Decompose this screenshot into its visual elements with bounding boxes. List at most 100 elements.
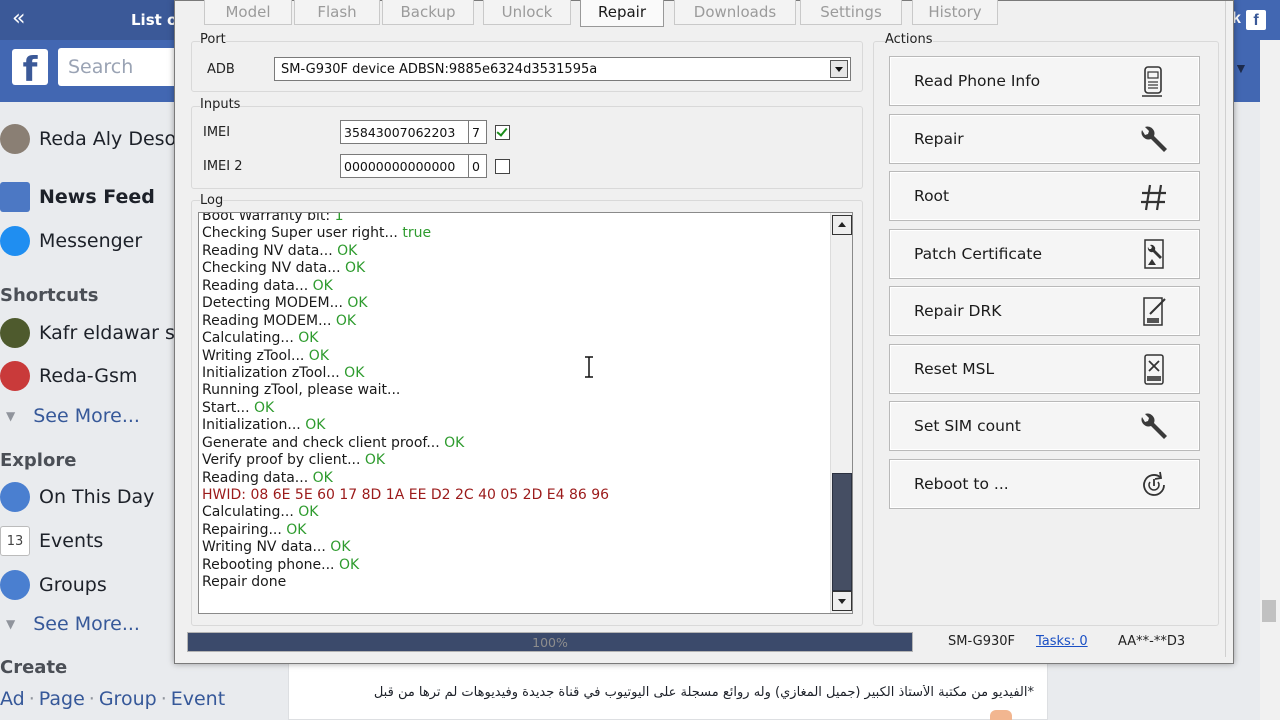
sidebar-item-profile[interactable]: Reda Aly Desok	[0, 124, 187, 154]
log-line: Initialization zTool... OK	[202, 365, 827, 382]
create-event-link[interactable]: Event	[171, 688, 225, 710]
clock-icon	[0, 482, 30, 512]
imei-checkbox[interactable]	[495, 125, 510, 140]
button-label: Root	[914, 187, 950, 205]
tab-unlock[interactable]: Unlock	[483, 0, 571, 25]
sidebar-item-shortcut-2[interactable]: Reda-Gsm	[0, 361, 137, 391]
set-sim-count-button[interactable]: Set SIM count	[889, 401, 1200, 451]
log-line: Running zTool, please wait...	[202, 382, 827, 399]
tab-history[interactable]: History	[912, 0, 998, 25]
news-feed-icon	[0, 182, 30, 212]
certificate-icon	[1144, 239, 1164, 269]
log-line: Writing zTool... OK	[202, 348, 827, 365]
sidebar-item-shortcut-1[interactable]: Kafr eldawar sto	[0, 318, 194, 348]
messenger-label: Messenger	[39, 230, 143, 252]
patch-certificate-button[interactable]: Patch Certificate	[889, 229, 1200, 279]
scroll-down-icon[interactable]	[832, 591, 852, 611]
repair-button[interactable]: Repair	[889, 114, 1200, 164]
log-line-text: Boot Warranty bit:	[202, 212, 335, 224]
phone-info-icon	[1142, 66, 1162, 97]
log-line-status: OK	[344, 364, 365, 381]
log-line-text: Generate and check client proof...	[202, 434, 445, 451]
events-label: Events	[39, 530, 104, 552]
sidebar-item-groups[interactable]: Groups	[0, 570, 107, 600]
log-line-text: Writing NV data...	[202, 539, 331, 556]
tab-flash[interactable]: Flash	[294, 0, 380, 25]
sidebar-item-events[interactable]: 13 Events	[0, 526, 103, 556]
log-line: Repair done	[202, 574, 827, 591]
dropdown-arrow-icon[interactable]	[830, 60, 848, 78]
news-feed-label: News Feed	[39, 186, 155, 208]
wrench-icon	[1141, 126, 1167, 152]
on-this-day-label: On This Day	[39, 486, 155, 508]
log-line-text: Detecting MODEM...	[202, 295, 348, 312]
reset-msl-button[interactable]: Reset MSL	[889, 344, 1200, 394]
log-line-text: Reading data...	[202, 469, 313, 486]
log-line-text: Verify proof by client...	[202, 452, 365, 469]
hash-icon	[1141, 184, 1166, 211]
separator: ·	[28, 688, 35, 710]
shortcut-page-avatar	[0, 361, 30, 391]
imei2-label: IMEI 2	[203, 159, 243, 174]
log-line-status: OK	[345, 260, 366, 277]
log-line-status: OK	[338, 556, 360, 573]
repair-drk-button[interactable]: Repair DRK	[889, 286, 1200, 336]
chevron-down-icon: ▼	[6, 617, 16, 631]
tab-backup[interactable]: Backup	[382, 0, 474, 25]
create-header: Create	[0, 657, 68, 678]
post-text: *الفيديو من مكتبة الأستاذ الكبير (جميل ا…	[373, 685, 1034, 700]
button-label: Read Phone Info	[914, 72, 1041, 90]
tab-downloads[interactable]: Downloads	[674, 0, 796, 25]
log-scrollbar[interactable]	[830, 213, 852, 613]
sidebar-item-messenger[interactable]: Messenger	[0, 226, 142, 256]
log-line: Reading NV data... OK	[202, 243, 827, 260]
log-line: Verify proof by client... OK	[202, 452, 827, 469]
adb-label: ADB	[207, 62, 235, 77]
chevron-down-icon: ▼	[6, 409, 16, 423]
log-line-text: Reading data...	[202, 277, 313, 294]
sidebar-item-news-feed[interactable]: News Feed	[0, 182, 155, 212]
tasks-link[interactable]: Tasks: 0	[1036, 634, 1088, 649]
tab-model[interactable]: Model	[204, 0, 292, 25]
collapse-sidebar-icon[interactable]: «	[12, 6, 25, 31]
imei-check-digit[interactable]: 7	[468, 120, 487, 144]
imei2-checkbox[interactable]	[495, 159, 510, 174]
tab-settings[interactable]: Settings	[800, 0, 902, 25]
log-line-text: Rebooting phone...	[202, 556, 339, 573]
scroll-up-icon[interactable]	[832, 215, 852, 235]
create-page-link[interactable]: Page	[39, 688, 85, 710]
read-phone-info-button[interactable]: Read Phone Info	[889, 56, 1200, 106]
log-line-text: Repairing...	[202, 521, 287, 538]
facebook-search-input[interactable]: Search	[58, 48, 178, 86]
port-select[interactable]: SM-G930F device ADBSN:9885e6324d3531595a	[274, 57, 851, 81]
reboot-icon	[1143, 471, 1165, 496]
create-ad-link[interactable]: Ad	[0, 688, 25, 710]
log-line-text: Reading NV data...	[202, 242, 338, 259]
imei-field[interactable]: 35843007062203	[340, 120, 469, 144]
log-line-text: HWID: 08 6E 5E 60 17 8D 1A EE D2 2C 40 0…	[202, 487, 610, 503]
imei2-field[interactable]: 00000000000000	[340, 154, 469, 178]
page-scrollbar-thumb[interactable]	[1262, 600, 1276, 622]
log-line: Reading data... OK	[202, 278, 827, 295]
root-button[interactable]: Root	[889, 171, 1200, 221]
explore-header: Explore	[0, 450, 77, 471]
log-scrollbar-thumb[interactable]	[832, 473, 852, 591]
see-more-shortcuts[interactable]: ▼ See More...	[6, 401, 140, 431]
sidebar-item-on-this-day[interactable]: On This Day	[0, 482, 154, 512]
log-line-status: OK	[330, 539, 351, 556]
create-group-link[interactable]: Group	[99, 688, 157, 710]
reboot-to-button[interactable]: Reboot to ...	[889, 459, 1200, 509]
separator: ·	[88, 688, 95, 710]
imei2-check-digit[interactable]: 0	[468, 154, 487, 178]
log-line-status: OK	[308, 347, 329, 364]
account-menu-caret-icon[interactable]: ▼	[1234, 60, 1248, 76]
see-more-label: See More...	[33, 613, 140, 635]
facebook-logo[interactable]: f	[12, 49, 48, 90]
log-line-status: OK	[312, 277, 333, 294]
tab-repair[interactable]: Repair	[580, 0, 664, 27]
log-line-text: Checking Super user right...	[202, 225, 403, 242]
see-more-explore[interactable]: ▼ See More...	[6, 609, 140, 639]
imei-label: IMEI	[203, 125, 231, 140]
log-line-status: OK	[335, 312, 357, 329]
log-output[interactable]: Boot Warranty bit: 1 Checking Super user …	[198, 212, 853, 614]
